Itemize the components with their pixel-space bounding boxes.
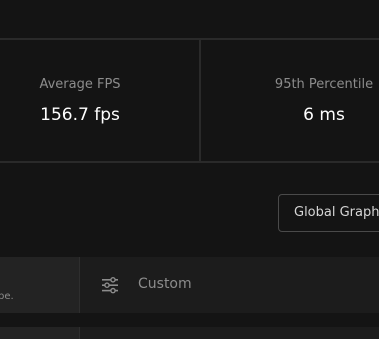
next-row[interactable] — [0, 327, 379, 339]
preset-row-left-cell: pe. — [0, 257, 80, 313]
sliders-icon — [102, 277, 118, 294]
next-row-left-cell — [0, 327, 80, 339]
percentile-95-value: 6 ms — [303, 105, 345, 125]
preset-row-left-text: pe. — [0, 291, 14, 302]
performance-page: Average FPS 156.7 fps 95th Percentile 6 … — [0, 0, 379, 339]
stats-panel: Average FPS 156.7 fps 95th Percentile 6 … — [0, 38, 379, 163]
average-fps-value: 156.7 fps — [40, 105, 120, 125]
global-graphics-button[interactable]: Global Graphi — [278, 194, 379, 232]
stat-divider — [199, 40, 201, 161]
custom-preset-label: Custom — [138, 276, 192, 292]
average-fps-label: Average FPS — [39, 77, 121, 92]
percentile-95-label: 95th Percentile — [274, 77, 374, 92]
